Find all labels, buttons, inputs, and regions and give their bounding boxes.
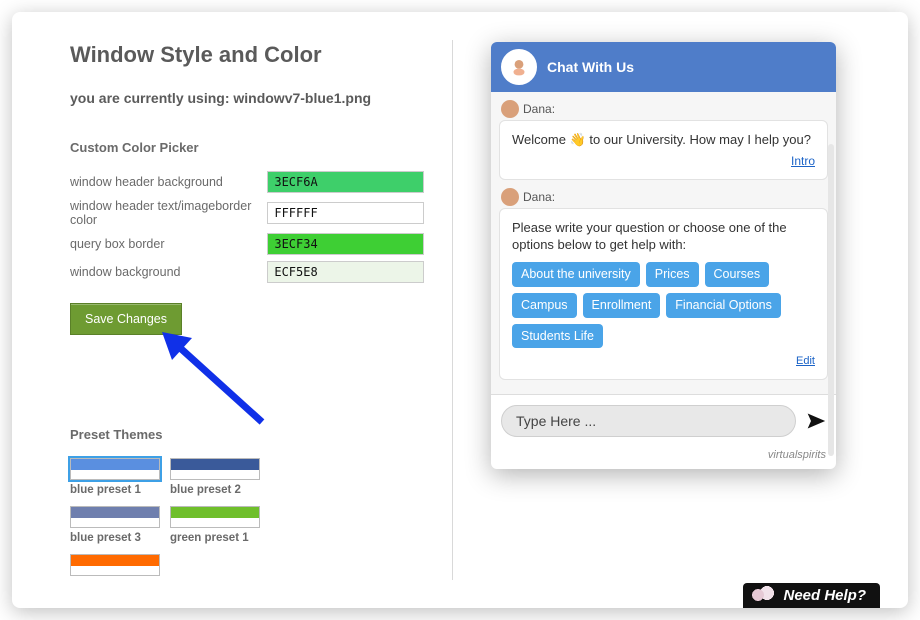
agent-name: Dana: <box>523 190 555 204</box>
color-swatch[interactable]: 3ECF6A <box>267 171 424 193</box>
avatar-small-icon <box>501 100 519 118</box>
preset-label: blue preset 3 <box>70 532 160 544</box>
avatar <box>501 49 537 85</box>
page-title: Window Style and Color <box>70 42 424 68</box>
chat-bubble: Welcome 👋 to our University. How may I h… <box>499 120 828 180</box>
presets-section-title: Preset Themes <box>70 427 424 442</box>
agent-name: Dana: <box>523 102 555 116</box>
preset-swatch[interactable] <box>70 506 160 528</box>
need-help-button[interactable]: Need Help? <box>743 583 880 608</box>
chat-preview: Chat With Us Dana: Welcome 👋 to our Univ… <box>491 42 836 469</box>
preset-swatch[interactable] <box>170 458 260 480</box>
chat-chip[interactable]: Courses <box>705 262 770 287</box>
color-swatch[interactable]: FFFFFF <box>267 202 424 224</box>
avatar-small-icon <box>501 188 519 206</box>
chat-title: Chat With Us <box>547 59 634 75</box>
brand-label: virtualspirits <box>491 447 836 469</box>
picker-label: window header background <box>70 175 267 189</box>
picker-label: query box border <box>70 237 267 251</box>
picker-label: window background <box>70 265 267 279</box>
preset-label: blue preset 1 <box>70 484 160 496</box>
scrollbar[interactable] <box>828 144 834 456</box>
preset-swatch[interactable] <box>70 554 160 576</box>
chat-chip[interactable]: Prices <box>646 262 699 287</box>
chat-header: Chat With Us <box>491 42 836 92</box>
send-icon[interactable] <box>806 411 826 431</box>
preset-swatch[interactable] <box>70 458 160 480</box>
intro-link[interactable]: Intro <box>791 153 815 169</box>
chat-chip[interactable]: Financial Options <box>666 293 781 318</box>
preset-label: green preset 1 <box>170 532 260 544</box>
chat-chip[interactable]: About the university <box>512 262 640 287</box>
chat-chip[interactable]: Campus <box>512 293 577 318</box>
picker-label: window header text/imageborder color <box>70 199 267 227</box>
picker-section-title: Custom Color Picker <box>70 140 424 155</box>
color-swatch[interactable]: 3ECF34 <box>267 233 424 255</box>
chat-bubble: Please write your question or choose one… <box>499 208 828 381</box>
preset-label: blue preset 2 <box>170 484 260 496</box>
edit-link[interactable]: Edit <box>796 354 815 369</box>
chat-chip[interactable]: Students Life <box>512 324 603 349</box>
color-swatch[interactable]: ECF5E8 <box>267 261 424 283</box>
save-button[interactable]: Save Changes <box>70 303 182 335</box>
current-file: you are currently using: windowv7-blue1.… <box>70 90 424 106</box>
chat-chip[interactable]: Enrollment <box>583 293 661 318</box>
pointer-arrow-icon <box>162 332 272 432</box>
chat-input[interactable]: Type Here ... <box>501 405 796 437</box>
preset-swatch[interactable] <box>170 506 260 528</box>
